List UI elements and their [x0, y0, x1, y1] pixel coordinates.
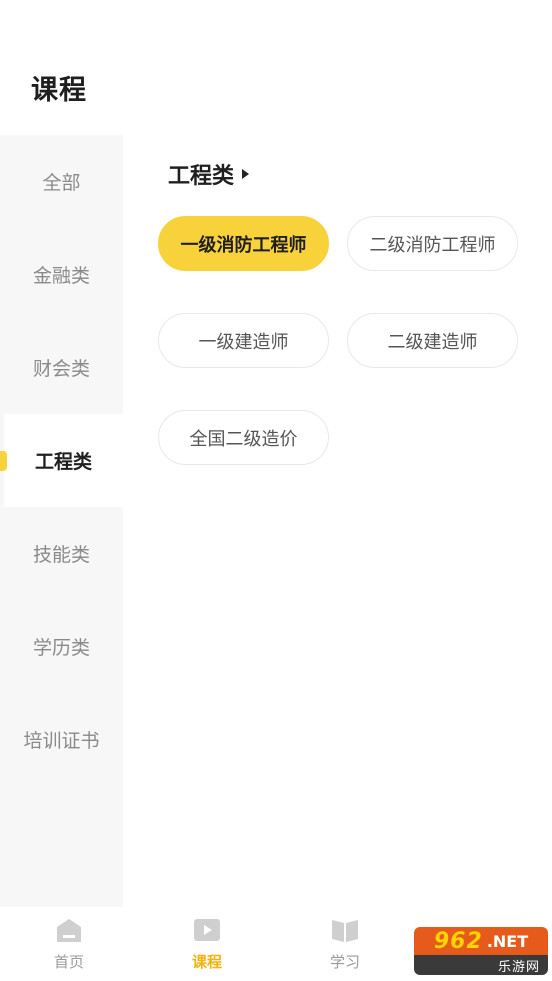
- section-title-text: 工程类: [168, 164, 235, 189]
- tab-courses[interactable]: 课程: [138, 907, 276, 981]
- home-icon: [57, 919, 81, 942]
- active-indicator: [0, 451, 7, 471]
- page-title: 课程: [31, 75, 87, 106]
- sidebar-item-education[interactable]: 学历类: [0, 600, 123, 693]
- course-chip-national-second-cost[interactable]: 全国二级造价: [158, 410, 329, 465]
- sidebar-item-training-certificate[interactable]: 培训证书: [0, 693, 123, 786]
- sidebar-item-label: 金融类: [32, 265, 90, 287]
- sidebar-item-label: 培训证书: [23, 730, 100, 752]
- sidebar-item-label: 全部: [42, 172, 81, 194]
- sidebar-item-engineering[interactable]: 工程类: [0, 414, 123, 507]
- watermark-net: .NET: [486, 931, 529, 951]
- sidebar-item-label: 财会类: [32, 358, 90, 380]
- sidebar-item-label: 工程类: [34, 451, 92, 473]
- section-title[interactable]: 工程类: [168, 158, 250, 190]
- play-icon: [194, 919, 220, 941]
- watermark-digits: 962: [433, 928, 483, 954]
- tab-home[interactable]: 首页: [0, 907, 138, 981]
- sidebar-item-accounting[interactable]: 财会类: [0, 321, 123, 414]
- course-chip-second-constructor[interactable]: 二级建造师: [347, 313, 518, 368]
- caret-right-icon: [242, 169, 250, 179]
- category-sidebar: 全部 金融类 财会类 工程类 技能类 学历类 培训证书: [0, 135, 123, 907]
- sidebar-item-label: 技能类: [32, 544, 90, 566]
- sidebar-item-finance[interactable]: 金融类: [0, 228, 123, 321]
- sidebar-item-skills[interactable]: 技能类: [0, 507, 123, 600]
- course-chip-first-fire-engineer[interactable]: 一级消防工程师: [158, 216, 329, 271]
- tab-study[interactable]: 学习: [276, 907, 414, 981]
- sidebar-item-label: 学历类: [32, 637, 90, 659]
- course-chip-first-constructor[interactable]: 一级建造师: [158, 313, 329, 368]
- tab-label: 课程: [191, 953, 222, 971]
- site-watermark-logo: 962 .NET 乐游网: [414, 927, 548, 975]
- tab-label: 学习: [329, 953, 360, 971]
- course-chip-second-fire-engineer[interactable]: 二级消防工程师: [347, 216, 518, 271]
- watermark-site-name: 乐游网: [497, 959, 540, 975]
- sidebar-item-all[interactable]: 全部: [0, 135, 123, 228]
- book-icon: [332, 920, 358, 942]
- tab-label: 首页: [53, 953, 84, 971]
